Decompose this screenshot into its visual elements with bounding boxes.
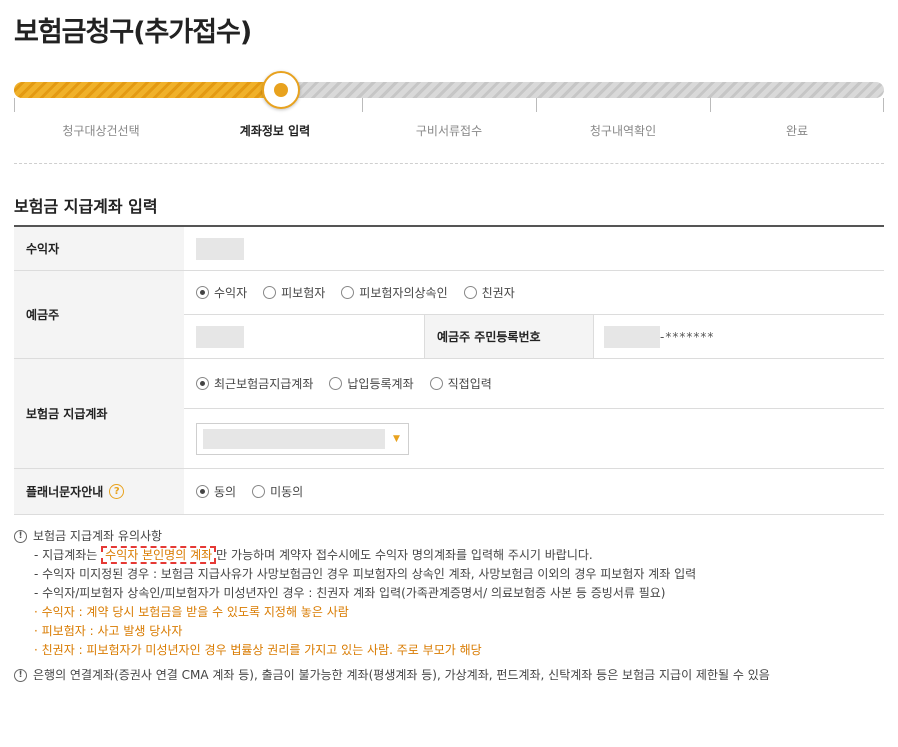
info-icon: !: [14, 530, 27, 543]
note-definition: · 수익자 : 계약 당시 보험금을 받을 수 있도록 지정해 놓은 사람: [34, 605, 349, 619]
resident-no-front-value: [604, 325, 660, 348]
radio-holder-beneficiary[interactable]: 수익자: [196, 284, 247, 301]
chevron-down-icon: ▼: [393, 433, 400, 444]
radio-circle[interactable]: [196, 286, 209, 299]
step-account-info: 계좌정보 입력: [239, 124, 311, 138]
radio-holder-insured[interactable]: 피보험자: [263, 284, 325, 301]
step-select-claim: 청구대상건선택: [62, 124, 140, 138]
beneficiary-label: 수익자: [14, 227, 184, 270]
note-line: - 수익자 미지정된 경우 : 보험금 지급사유가 사망보험금인 경우 피보험자…: [34, 567, 697, 581]
row-planner-sms: 플래너문자안내 ? 동의 미동의: [14, 469, 884, 515]
row-beneficiary: 수익자: [14, 227, 884, 271]
note-line: - 지급계좌는 수익자 본인명의 계좌 만 가능하며 계약자 접수시에도 수익자 …: [34, 546, 593, 564]
step-documents: 구비서류접수: [415, 124, 483, 138]
radio-circle[interactable]: [341, 286, 355, 299]
section-title: 보험금 지급계좌 입력: [14, 197, 158, 216]
step-complete: 완료: [785, 124, 809, 138]
radio-circle[interactable]: [252, 485, 266, 498]
radio-payment-account[interactable]: 납입등록계좌: [329, 375, 414, 392]
progress-tick: [362, 98, 363, 112]
highlight-own-account: 수익자 본인명의 계좌: [101, 546, 217, 564]
notes-section: ! 보험금 지급계좌 유의사항 - 지급계좌는 수익자 본인명의 계좌 만 가능하…: [14, 527, 884, 685]
payout-account-select-value: [203, 428, 385, 449]
radio-circle[interactable]: [463, 286, 477, 299]
planner-sms-label: 플래너문자안내: [26, 485, 104, 499]
radio-circle[interactable]: [429, 377, 443, 390]
resident-no-masked: -*******: [660, 329, 715, 344]
radio-sms-disagree[interactable]: 미동의: [252, 483, 303, 500]
payout-account-select[interactable]: ▼: [196, 422, 409, 455]
radio-holder-heir[interactable]: 피보험자의상속인: [341, 284, 448, 301]
radio-circle[interactable]: [329, 377, 343, 390]
account-holder-radio-group: 수익자 피보험자 피보험자의상속인 친권자: [196, 284, 531, 301]
resident-no-label: 예금주 주민등록번호: [424, 315, 594, 358]
progress-stepper: 청구대상건선택 계좌정보 입력 구비서류접수 청구내역확인 완료: [14, 71, 884, 158]
progress-tick: [710, 98, 711, 112]
help-icon[interactable]: ?: [109, 484, 125, 499]
radio-circle[interactable]: [263, 286, 277, 299]
radio-sms-agree[interactable]: 동의: [196, 483, 236, 500]
beneficiary-name-value: [196, 237, 244, 260]
progress-tick: [14, 98, 15, 112]
radio-holder-guardian[interactable]: 친권자: [463, 284, 515, 301]
progress-current-marker: [262, 71, 300, 109]
radio-recent-account[interactable]: 최근보험금지급계좌: [196, 375, 313, 392]
note-line: - 수익자/피보험자 상속인/피보험자가 미성년자인 경우 : 친권자 계좌 입…: [34, 586, 666, 600]
note-definition: · 친권자 : 피보험자가 미성년자인 경우 법률상 권리를 가지고 있는 사람…: [34, 643, 482, 657]
payout-account-radio-group: 최근보험금지급계좌 납입등록계좌 직접입력: [196, 375, 508, 392]
payout-account-form: 수익자 예금주 수익자 피보험자 피보험자의상속인 친권자 예금주 주민등록번호…: [14, 225, 884, 515]
radio-circle[interactable]: [196, 377, 209, 390]
notes-heading: 보험금 지급계좌 유의사항: [33, 529, 163, 543]
divider: [14, 163, 884, 164]
progress-tick: [536, 98, 537, 112]
planner-sms-label-cell: 플래너문자안내 ?: [14, 469, 184, 514]
note-restriction: 은행의 연결계좌(증권사 연결 CMA 계좌 등), 출금이 불가능한 계좌(평…: [33, 668, 770, 682]
step-review: 청구내역확인: [589, 124, 657, 138]
info-icon: !: [14, 669, 27, 682]
payout-account-label: 보험금 지급계좌: [14, 359, 184, 468]
account-holder-label: 예금주: [14, 271, 184, 358]
progress-tick: [883, 98, 884, 112]
account-holder-name-value: [196, 325, 244, 348]
radio-circle[interactable]: [196, 485, 209, 498]
row-payout-account: 보험금 지급계좌 최근보험금지급계좌 납입등록계좌 직접입력 ▼: [14, 359, 884, 469]
note-definition: · 피보험자 : 사고 발생 당사자: [34, 624, 183, 638]
planner-sms-radio-group: 동의 미동의: [196, 483, 319, 500]
progress-fill: [14, 82, 282, 98]
page-title: 보험금청구(추가접수): [14, 17, 252, 48]
radio-direct-input[interactable]: 직접입력: [429, 375, 492, 392]
row-account-holder: 예금주 수익자 피보험자 피보험자의상속인 친권자 예금주 주민등록번호 -**…: [14, 271, 884, 359]
